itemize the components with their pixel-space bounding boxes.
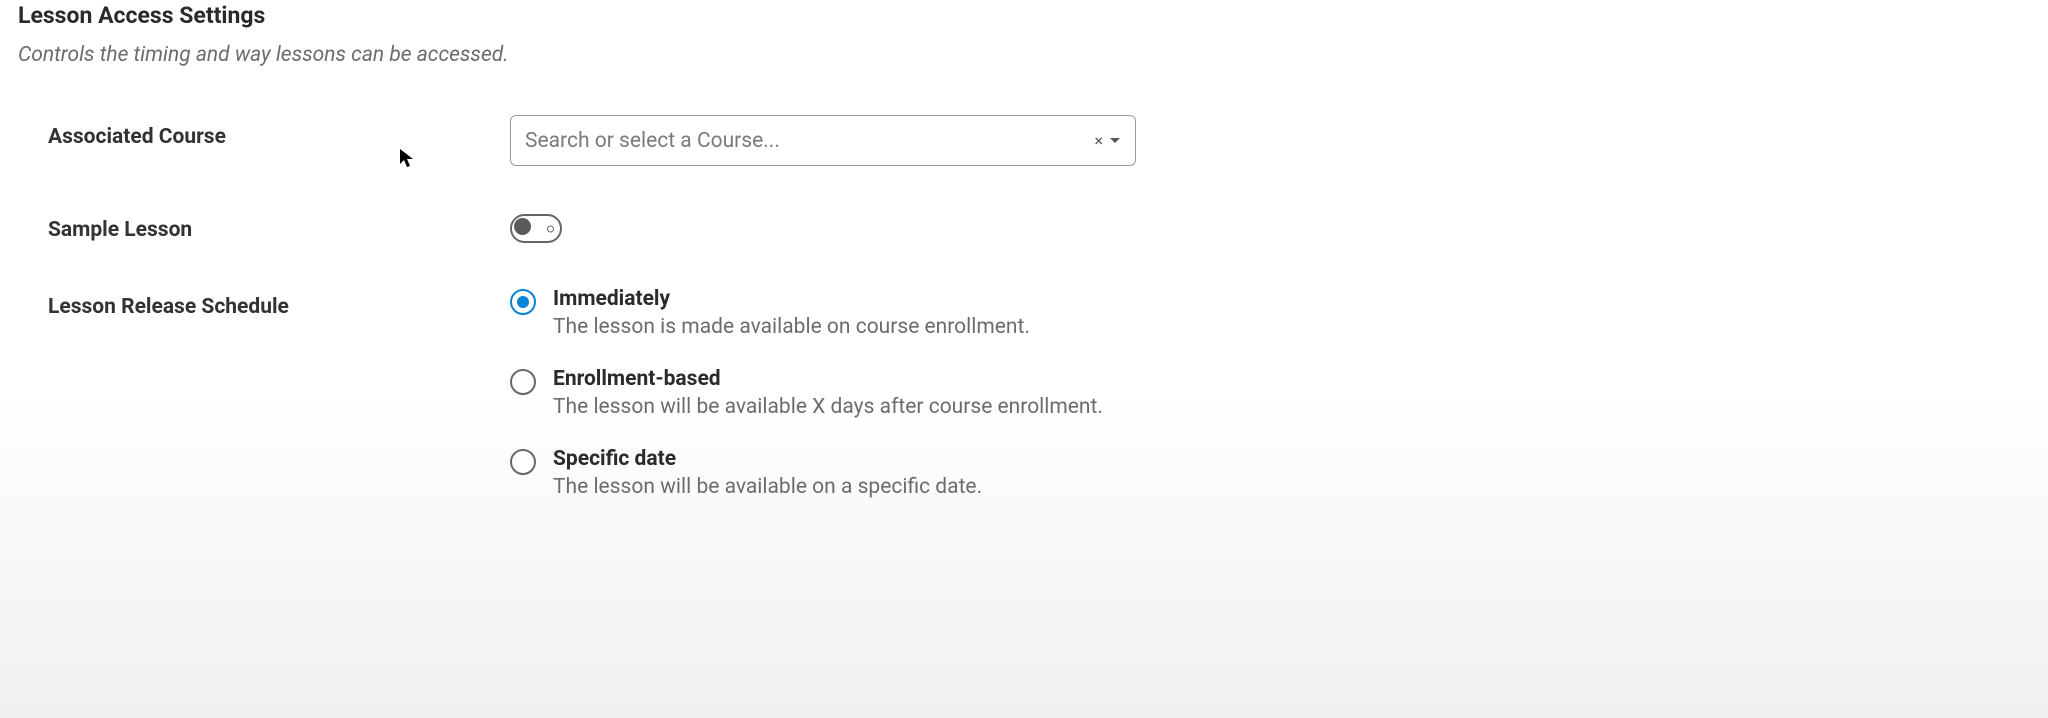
toggle-indicator xyxy=(547,225,554,232)
chevron-down-icon[interactable] xyxy=(1109,137,1121,145)
release-option-enrollment[interactable]: Enrollment-based The lesson will be avai… xyxy=(510,367,2030,419)
associated-course-select[interactable]: Search or select a Course... × xyxy=(510,115,1136,166)
sample-lesson-toggle[interactable] xyxy=(510,214,562,243)
clear-icon[interactable]: × xyxy=(1094,131,1103,150)
associated-course-row: Associated Course Search or select a Cou… xyxy=(18,115,2030,166)
toggle-knob xyxy=(514,218,531,235)
section-subtitle: Controls the timing and way lessons can … xyxy=(18,43,2030,67)
release-schedule-row: Lesson Release Schedule Immediately The … xyxy=(18,285,2030,527)
release-option-title: Specific date xyxy=(553,447,982,471)
radio-button[interactable] xyxy=(510,289,536,315)
release-option-specific[interactable]: Specific date The lesson will be availab… xyxy=(510,447,2030,499)
associated-course-label: Associated Course xyxy=(48,125,226,149)
radio-button[interactable] xyxy=(510,369,536,395)
release-option-desc: The lesson will be available on a specif… xyxy=(553,475,982,499)
release-option-desc: The lesson is made available on course e… xyxy=(553,315,1030,339)
release-schedule-radio-group: Immediately The lesson is made available… xyxy=(510,287,2030,499)
section-title: Lesson Access Settings xyxy=(18,2,2030,29)
sample-lesson-row: Sample Lesson xyxy=(18,208,2030,243)
release-option-title: Immediately xyxy=(553,287,1030,311)
radio-button[interactable] xyxy=(510,449,536,475)
associated-course-placeholder: Search or select a Course... xyxy=(525,129,1094,153)
release-option-desc: The lesson will be available X days afte… xyxy=(553,395,1103,419)
release-schedule-label: Lesson Release Schedule xyxy=(48,295,289,319)
release-option-immediately[interactable]: Immediately The lesson is made available… xyxy=(510,287,2030,339)
sample-lesson-label: Sample Lesson xyxy=(48,218,192,242)
release-option-title: Enrollment-based xyxy=(553,367,1103,391)
